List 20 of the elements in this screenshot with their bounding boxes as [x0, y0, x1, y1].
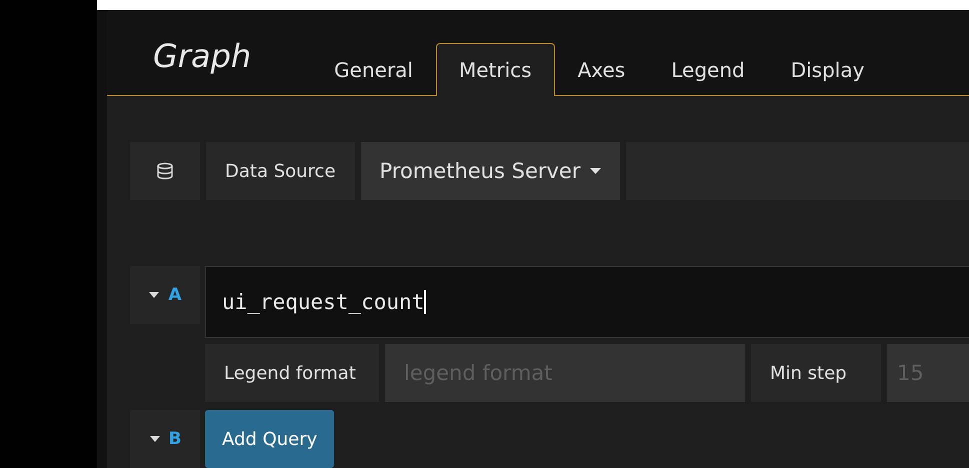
caret-icon[interactable] [148, 435, 161, 443]
data-source-label: Data Source [206, 142, 355, 200]
tab[interactable]: Display [768, 43, 888, 96]
caret-icon [590, 168, 602, 174]
field-label: Legend format [205, 344, 379, 402]
query-letter: A [168, 285, 182, 305]
query-header[interactable]: A [130, 266, 200, 324]
query-header[interactable]: B [130, 410, 200, 468]
caret-icon[interactable] [148, 291, 160, 299]
query-letter: B [168, 429, 182, 449]
tab[interactable]: Legend [648, 43, 768, 96]
add-query-button[interactable]: Add Query [205, 410, 334, 468]
panel-title: Graph [153, 37, 252, 75]
field-label: Min step [751, 344, 881, 402]
query-field[interactable]: ui_request_count [205, 266, 969, 338]
tab[interactable]: Metrics [436, 43, 555, 96]
tab[interactable]: General [311, 43, 436, 96]
data-source-dropdown[interactable]: Prometheus Server [360, 142, 620, 200]
database-icon [156, 162, 174, 180]
tab[interactable]: Axes [554, 43, 648, 96]
